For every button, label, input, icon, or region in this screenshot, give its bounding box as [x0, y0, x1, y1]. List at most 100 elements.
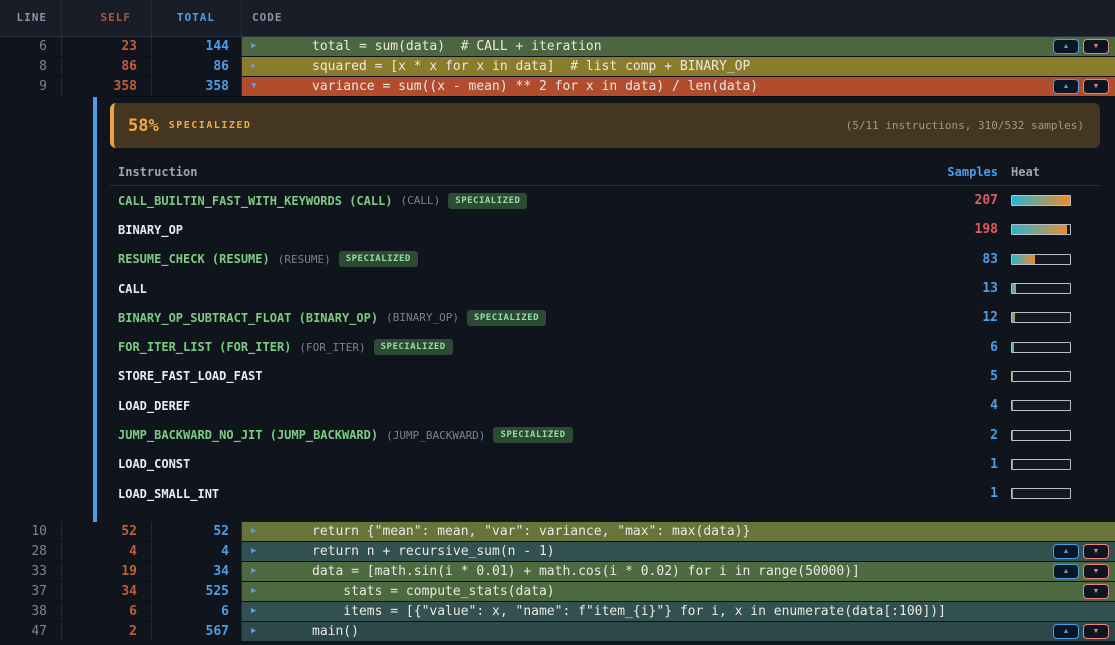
column-header-code: CODE	[242, 0, 1115, 36]
instruction-name: BINARY_OP	[118, 223, 183, 237]
instruction-row: STORE_FAST_LOAD_FAST 5	[110, 362, 1100, 391]
heat-bar	[1011, 312, 1071, 323]
instruction-base-name: (BINARY_OP)	[386, 311, 459, 324]
instruction-column-header: Instruction	[118, 165, 918, 179]
instruction-name: LOAD_DEREF	[118, 399, 190, 413]
code-line-row: 10 52 52 ▶ return {"mean": mean, "var": …	[0, 522, 1115, 542]
expand-icon[interactable]: ▶	[251, 602, 256, 621]
instruction-base-name: (CALL)	[401, 194, 441, 207]
instruction-base-name: (FOR_ITER)	[299, 341, 365, 354]
instruction-base-name: (RESUME)	[278, 253, 331, 266]
code-cell[interactable]: ▶ stats = compute_stats(data) ▼	[242, 582, 1115, 601]
code-line-row: 6 23 144 ▶ total = sum(data) # CALL + it…	[0, 37, 1115, 57]
specialized-badge: SPECIALIZED	[448, 193, 527, 209]
instruction-row: LOAD_SMALL_INT 1	[110, 479, 1100, 508]
line-number: 10	[0, 522, 62, 541]
code-cell[interactable]: ▶ squared = [x * x for x in data] # list…	[242, 57, 1115, 76]
code-cell[interactable]: ▶ data = [math.sin(i * 0.01) + math.cos(…	[242, 562, 1115, 581]
instruction-name: CALL	[118, 282, 147, 296]
code-cell[interactable]: ▼ variance = sum((x - mean) ** 2 for x i…	[242, 77, 1115, 96]
heat-bar	[1011, 283, 1071, 294]
instruction-name: BINARY_OP_SUBTRACT_FLOAT (BINARY_OP)	[118, 311, 378, 325]
specialized-badge: SPECIALIZED	[467, 310, 546, 326]
self-samples: 52	[62, 522, 152, 541]
total-samples: 358	[152, 77, 242, 96]
instruction-rows: CALL_BUILTIN_FAST_WITH_KEYWORDS (CALL) (…	[110, 186, 1100, 508]
jump-down-button[interactable]: ▼	[1083, 564, 1109, 579]
expand-icon[interactable]: ▶	[251, 622, 256, 641]
jump-buttons: ▲▼	[1053, 79, 1109, 94]
heat-bar	[1011, 195, 1071, 206]
code-text: items = [{"value": x, "name": f"item_{i}…	[312, 602, 946, 621]
instruction-row: FOR_ITER_LIST (FOR_ITER) (FOR_ITER) SPEC…	[110, 332, 1100, 361]
instruction-row: RESUME_CHECK (RESUME) (RESUME) SPECIALIZ…	[110, 245, 1100, 274]
jump-up-button[interactable]: ▲	[1053, 39, 1079, 54]
expand-icon[interactable]: ▶	[251, 582, 256, 601]
total-samples: 144	[152, 37, 242, 56]
expand-icon[interactable]: ▼	[251, 77, 256, 96]
heat-bar	[1011, 342, 1071, 353]
code-cell[interactable]: ▶ items = [{"value": x, "name": f"item_{…	[242, 602, 1115, 621]
instruction-name: FOR_ITER_LIST (FOR_ITER)	[118, 340, 291, 354]
heat-bar-fill	[1012, 489, 1013, 498]
self-samples: 4	[62, 542, 152, 561]
heat-bar-fill	[1012, 196, 1070, 205]
code-text: variance = sum((x - mean) ** 2 for x in …	[312, 77, 758, 96]
samples-value: 198	[918, 222, 998, 237]
expand-icon[interactable]: ▶	[251, 37, 256, 56]
jump-up-button[interactable]: ▲	[1053, 564, 1079, 579]
expand-icon[interactable]: ▶	[251, 542, 256, 561]
samples-column-header: Samples	[918, 165, 998, 179]
code-rows-bottom: 10 52 52 ▶ return {"mean": mean, "var": …	[0, 522, 1115, 642]
code-cell[interactable]: ▶ return {"mean": mean, "var": variance,…	[242, 522, 1115, 541]
jump-buttons: ▲▼	[1053, 564, 1109, 579]
column-header-self: SELF	[62, 0, 152, 36]
specialization-percent: 58%	[128, 116, 159, 136]
code-text: main()	[312, 622, 359, 641]
samples-value: 12	[918, 310, 998, 325]
heat-bar	[1011, 224, 1071, 235]
jump-up-button[interactable]: ▲	[1053, 544, 1079, 559]
code-line-row: 9 358 358 ▼ variance = sum((x - mean) **…	[0, 77, 1115, 97]
expand-icon[interactable]: ▶	[251, 57, 256, 76]
jump-buttons: ▲▼	[1053, 624, 1109, 639]
specialized-badge: SPECIALIZED	[374, 339, 453, 355]
heat-bar	[1011, 400, 1071, 411]
jump-up-button[interactable]: ▲	[1053, 624, 1079, 639]
jump-down-button[interactable]: ▼	[1083, 79, 1109, 94]
code-cell[interactable]: ▶ total = sum(data) # CALL + iteration ▲…	[242, 37, 1115, 56]
heat-bar-fill	[1012, 343, 1014, 352]
samples-value: 4	[918, 398, 998, 413]
code-text: data = [math.sin(i * 0.01) + math.cos(i …	[312, 562, 860, 581]
instruction-name: RESUME_CHECK (RESUME)	[118, 252, 270, 266]
detail-marker-line	[93, 97, 97, 522]
code-text: total = sum(data) # CALL + iteration	[312, 37, 602, 56]
instruction-row: LOAD_CONST 1	[110, 450, 1100, 479]
instruction-row: JUMP_BACKWARD_NO_JIT (JUMP_BACKWARD) (JU…	[110, 420, 1100, 449]
self-samples: 6	[62, 602, 152, 621]
expand-icon[interactable]: ▶	[251, 562, 256, 581]
samples-value: 1	[918, 486, 998, 501]
specialization-label: SPECIALIZED	[169, 120, 252, 131]
jump-down-button[interactable]: ▼	[1083, 584, 1109, 599]
expand-icon[interactable]: ▶	[251, 522, 256, 541]
total-samples: 86	[152, 57, 242, 76]
jump-up-button[interactable]: ▲	[1053, 79, 1079, 94]
table-header: LINE SELF TOTAL CODE	[0, 0, 1115, 37]
specialization-summary: 58% SPECIALIZED (5/11 instructions, 310/…	[110, 103, 1100, 148]
jump-down-button[interactable]: ▼	[1083, 624, 1109, 639]
heat-bar-fill	[1012, 313, 1015, 322]
total-samples: 52	[152, 522, 242, 541]
samples-value: 83	[918, 252, 998, 267]
code-cell[interactable]: ▶ return n + recursive_sum(n - 1) ▲▼	[242, 542, 1115, 561]
jump-down-button[interactable]: ▼	[1083, 544, 1109, 559]
jump-buttons: ▼	[1083, 584, 1109, 599]
jump-down-button[interactable]: ▼	[1083, 39, 1109, 54]
self-samples: 2	[62, 622, 152, 641]
heat-bar-fill	[1012, 225, 1067, 234]
samples-value: 1	[918, 457, 998, 472]
heat-bar-fill	[1012, 255, 1035, 264]
code-cell[interactable]: ▶ main() ▲▼	[242, 622, 1115, 641]
line-number: 6	[0, 37, 62, 56]
profiler-app: LINE SELF TOTAL CODE 6 23 144 ▶ total = …	[0, 0, 1115, 645]
